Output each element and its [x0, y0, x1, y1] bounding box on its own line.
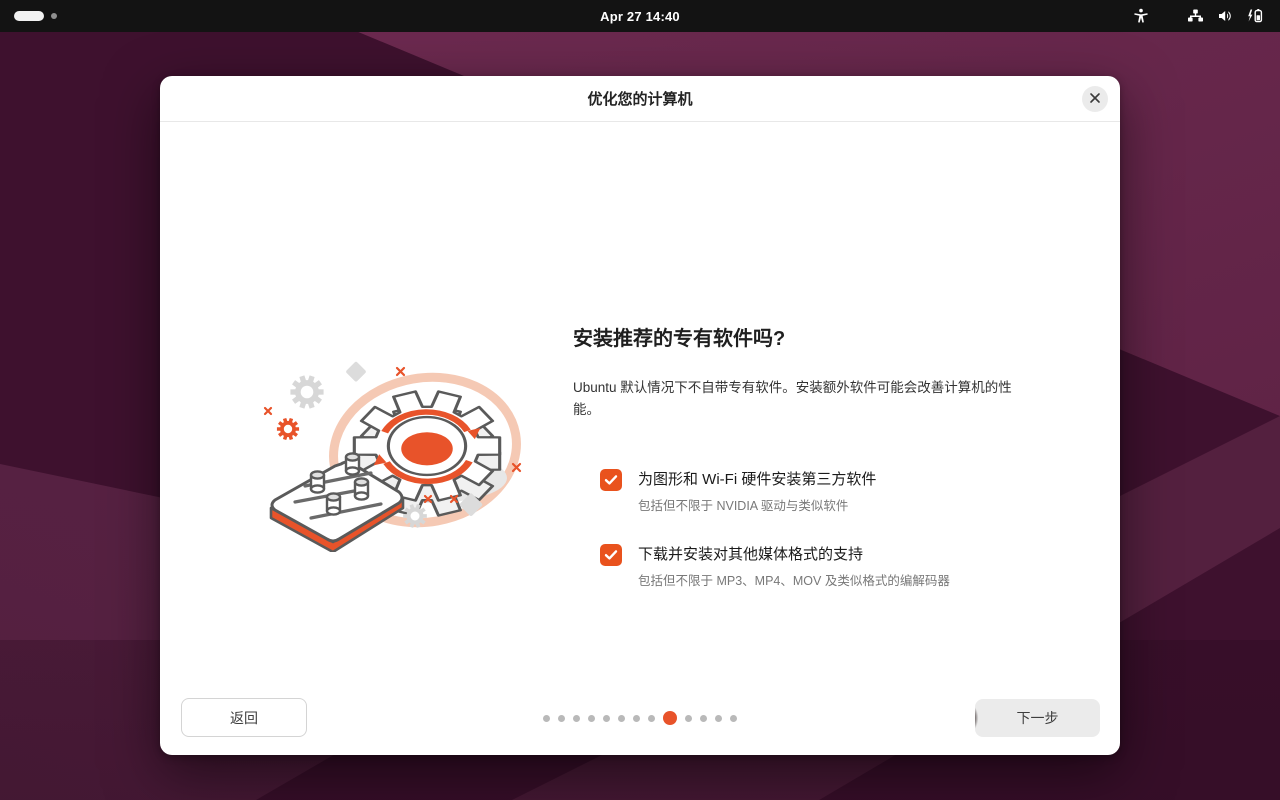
volume-icon[interactable] — [1210, 0, 1240, 32]
option-text: 下载并安装对其他媒体格式的支持 包括但不限于 MP3、MP4、MOV 及类似格式… — [638, 543, 950, 589]
checkbox-third-party-drivers[interactable] — [600, 469, 622, 491]
option-text: 为图形和 Wi-Fi 硬件安装第三方软件 包括但不限于 NVIDIA 驱动与类似… — [638, 468, 876, 514]
wizard-footer: 返回 下一步 — [160, 685, 1120, 755]
close-button[interactable] — [1082, 86, 1108, 112]
page-dot — [633, 715, 640, 722]
window-titlebar[interactable]: 优化您的计算机 — [160, 76, 1120, 122]
window-title: 优化您的计算机 — [587, 88, 692, 109]
page-content: 安装推荐的专有软件吗? Ubuntu 默认情况下不自带专有软件。安装额外软件可能… — [160, 122, 1120, 684]
checkmark-icon — [604, 474, 618, 486]
page-description: Ubuntu 默认情况下不自带专有软件。安装额外软件可能会改善计算机的性能。 — [573, 377, 1025, 420]
back-button[interactable]: 返回 — [181, 698, 307, 737]
checkbox-media-formats[interactable] — [600, 544, 622, 566]
option-media-formats[interactable]: 下载并安装对其他媒体格式的支持 包括但不限于 MP3、MP4、MOV 及类似格式… — [600, 543, 1033, 589]
gear-sliders-illustration — [250, 352, 540, 552]
page-dot — [618, 715, 625, 722]
active-workspace-pill[interactable] — [14, 11, 44, 21]
option-sublabel: 包括但不限于 MP3、MP4、MOV 及类似格式的编解码器 — [638, 570, 950, 589]
clock[interactable]: Apr 27 14:40 — [600, 9, 680, 24]
installer-window: 优化您的计算机 — [160, 76, 1120, 755]
accessibility-icon[interactable] — [1126, 0, 1156, 32]
page-dot — [543, 715, 550, 722]
page-dot — [715, 715, 722, 722]
gnome-top-bar: Apr 27 14:40 — [0, 0, 1280, 32]
option-third-party-drivers[interactable]: 为图形和 Wi-Fi 硬件安装第三方软件 包括但不限于 NVIDIA 驱动与类似… — [600, 468, 1033, 514]
page-dot — [558, 715, 565, 722]
network-wired-icon[interactable] — [1180, 0, 1210, 32]
workspace-indicator[interactable] — [14, 11, 57, 21]
page-dot — [730, 715, 737, 722]
option-label: 下载并安装对其他媒体格式的支持 — [638, 543, 950, 564]
page-dot — [588, 715, 595, 722]
checkmark-icon — [604, 549, 618, 561]
workspace-dot[interactable] — [51, 13, 57, 19]
system-status-area[interactable] — [1126, 0, 1270, 32]
options-list: 为图形和 Wi-Fi 硬件安装第三方软件 包括但不限于 NVIDIA 驱动与类似… — [600, 468, 1033, 589]
page-dot-active — [663, 711, 677, 725]
page-dot — [700, 715, 707, 722]
next-button-label: 下一步 — [1017, 710, 1059, 726]
page-dot — [648, 715, 655, 722]
option-label: 为图形和 Wi-Fi 硬件安装第三方软件 — [638, 468, 876, 489]
page-heading: 安装推荐的专有软件吗? — [573, 322, 1033, 351]
page-dot — [685, 715, 692, 722]
next-button[interactable]: 下一步 — [975, 699, 1100, 737]
page-dots — [543, 711, 737, 725]
battery-charging-icon[interactable] — [1240, 0, 1270, 32]
page-dot — [573, 715, 580, 722]
page-dot — [603, 715, 610, 722]
page-text-column: 安装推荐的专有软件吗? Ubuntu 默认情况下不自带专有软件。安装额外软件可能… — [573, 322, 1033, 589]
option-sublabel: 包括但不限于 NVIDIA 驱动与类似软件 — [638, 495, 876, 514]
close-icon — [1089, 92, 1101, 107]
